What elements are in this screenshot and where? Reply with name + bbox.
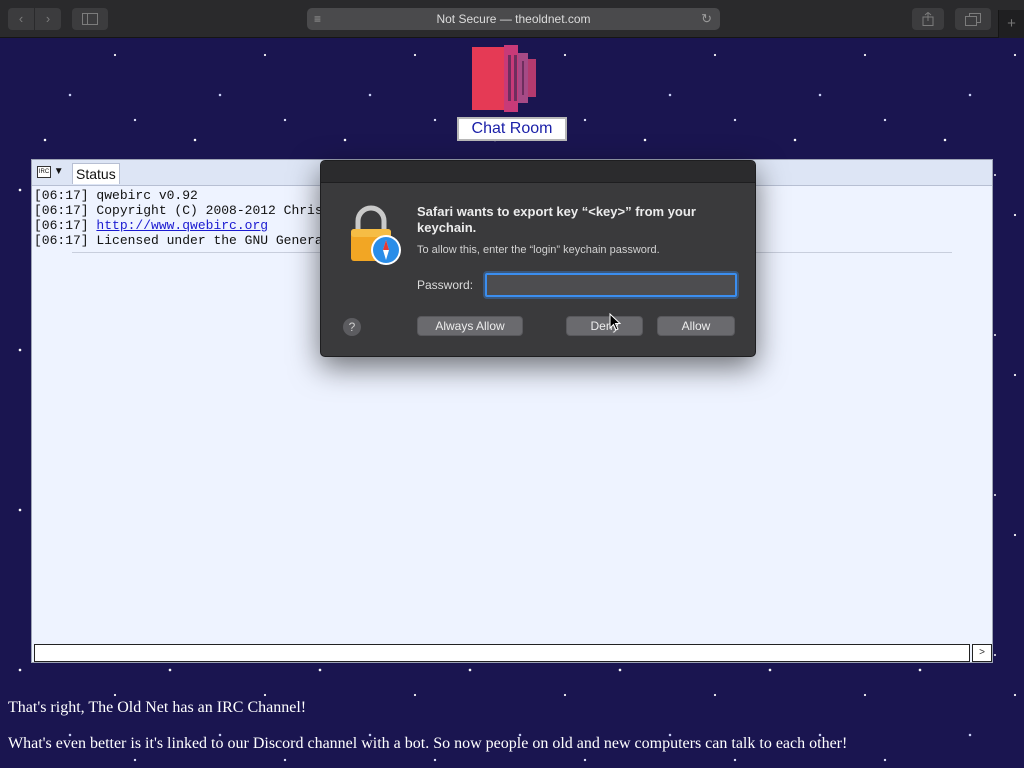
reload-icon[interactable]: ↻ xyxy=(701,8,712,30)
chevron-left-icon: ‹ xyxy=(18,11,24,26)
password-field[interactable] xyxy=(483,271,739,299)
address-bar[interactable]: ≡ Not Secure — theoldnet.com ↻ xyxy=(307,8,720,30)
dropdown-arrow-icon: ▼ xyxy=(53,166,64,177)
chevron-right-icon: › xyxy=(45,11,51,26)
irc-send-button[interactable]: > xyxy=(972,644,992,662)
mouse-cursor-icon xyxy=(609,313,621,331)
irc-main-menu[interactable]: IRC ▼ xyxy=(37,166,67,180)
keychain-dialog: Safari wants to export key “<key>” from … xyxy=(320,160,756,357)
dialog-heading: Safari wants to export key “<key>” from … xyxy=(417,204,696,235)
new-tab-button[interactable]: + xyxy=(998,10,1024,38)
share-button[interactable] xyxy=(912,8,944,30)
always-allow-button[interactable]: Always Allow xyxy=(417,316,523,336)
reader-icon[interactable]: ≡ xyxy=(314,8,321,30)
tabs-icon xyxy=(965,13,981,26)
lock-icon xyxy=(351,205,401,265)
discord-paragraph: What's even better is it's linked to our… xyxy=(8,735,848,752)
dialog-titlebar xyxy=(321,161,755,183)
tab-status[interactable]: Status xyxy=(72,163,120,184)
irc-message: qwebirc v0.92 xyxy=(96,188,198,203)
intro-paragraph: That's right, The Old Net has an IRC Cha… xyxy=(8,699,307,716)
forward-button[interactable]: › xyxy=(35,8,61,30)
share-icon xyxy=(922,11,934,26)
allow-button[interactable]: Allow xyxy=(657,316,735,336)
irc-timestamp: [06:17] xyxy=(34,218,89,233)
chat-room-title: Chat Room xyxy=(457,117,567,141)
irc-message: Licensed under the GNU Genera xyxy=(96,233,323,248)
deny-button[interactable]: Deny xyxy=(566,316,643,336)
dialog-subtext: To allow this, enter the “login” keychai… xyxy=(417,244,660,256)
site-logo xyxy=(472,45,536,112)
irc-logo-icon: IRC xyxy=(37,166,51,178)
qwebirc-link[interactable]: http://www.qwebirc.org xyxy=(96,218,268,233)
help-button[interactable]: ? xyxy=(343,318,361,336)
show-tabs-button[interactable] xyxy=(955,8,991,30)
sidebar-icon xyxy=(82,13,98,25)
irc-message: Copyright (C) 2008-2012 Chris xyxy=(96,203,323,218)
irc-message-input[interactable] xyxy=(34,644,970,662)
sidebar-button[interactable] xyxy=(72,8,108,30)
irc-timestamp: [06:17] xyxy=(34,188,89,203)
plus-icon: + xyxy=(1007,15,1016,32)
irc-timestamp: [06:17] xyxy=(34,233,89,248)
address-text: Not Secure — theoldnet.com xyxy=(436,12,591,26)
irc-timestamp: [06:17] xyxy=(34,203,89,218)
browser-toolbar: ‹ › ≡ Not Secure — theoldnet.com ↻ + xyxy=(0,0,1024,38)
password-label: Password: xyxy=(417,278,474,292)
back-button[interactable]: ‹ xyxy=(8,8,34,30)
